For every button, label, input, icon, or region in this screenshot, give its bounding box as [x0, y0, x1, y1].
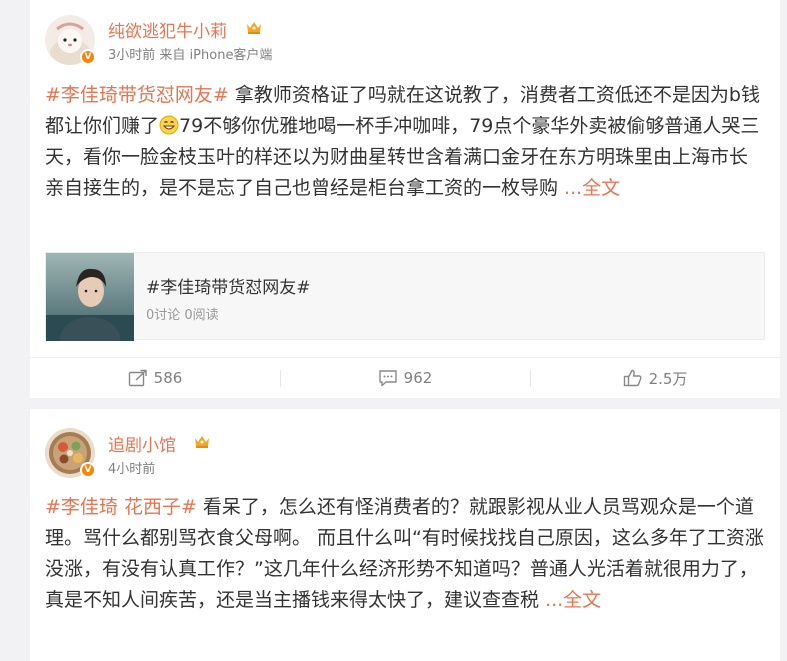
post-content: #李佳琦带货怼网友# 拿教师资格证了吗就在这说教了，消费者工资低还不是因为b钱都… — [45, 80, 765, 204]
like-count: 2.5万 — [648, 369, 688, 388]
verified-badge-icon: V — [80, 49, 96, 65]
share-icon — [128, 369, 147, 387]
comment-count: 962 — [403, 369, 433, 387]
hashtag-link[interactable]: #李佳琦 花西子# — [45, 496, 197, 518]
comment-icon — [378, 370, 397, 387]
weibo-post-1: V 纯欲逃犯牛小莉 3小时前 来自 iPhone客户端 #李佳琦带货怼网友# 拿… — [30, 0, 780, 398]
grin-emoji-icon — [159, 115, 179, 135]
post-source: 来自 iPhone客户端 — [159, 48, 273, 63]
topic-card[interactable]: #李佳琦带货怼网友# 0讨论 0阅读 — [45, 252, 765, 341]
repost-count: 586 — [153, 369, 183, 387]
username[interactable]: 纯欲逃犯牛小莉 — [108, 17, 227, 42]
hashtag-link[interactable]: #李佳琦带货怼网友# — [45, 84, 229, 106]
post-meta: 3小时前 来自 iPhone客户端 — [108, 44, 272, 63]
expand-full-text-link[interactable]: ...全文 — [564, 177, 620, 199]
verified-badge-icon: V — [80, 462, 96, 478]
username[interactable]: 追剧小馆 — [108, 431, 176, 456]
post-time[interactable]: 3小时前 — [108, 48, 155, 63]
comment-button[interactable]: 962 — [280, 358, 530, 398]
crown-icon — [247, 22, 261, 34]
expand-full-text-link[interactable]: ...全文 — [545, 589, 601, 611]
post-meta: 4小时前 — [108, 458, 155, 477]
crown-icon — [195, 436, 209, 448]
thumbs-up-icon — [623, 369, 642, 387]
topic-stats: 0讨论 0阅读 — [146, 308, 219, 323]
post-time[interactable]: 4小时前 — [108, 462, 155, 477]
action-bar: 586 962 2.5万 — [30, 357, 780, 398]
repost-button[interactable]: 586 — [30, 358, 280, 398]
like-button[interactable]: 2.5万 — [530, 358, 780, 398]
weibo-post-2: V 追剧小馆 4小时前 #李佳琦 花西子# 看呆了，怎么还有怪消费者的？就跟影视… — [30, 409, 780, 661]
topic-thumbnail — [46, 253, 134, 341]
topic-title[interactable]: #李佳琦带货怼网友# — [146, 273, 311, 298]
post-content: #李佳琦 花西子# 看呆了，怎么还有怪消费者的？就跟影视从业人员骂观众是一个道理… — [45, 492, 765, 616]
